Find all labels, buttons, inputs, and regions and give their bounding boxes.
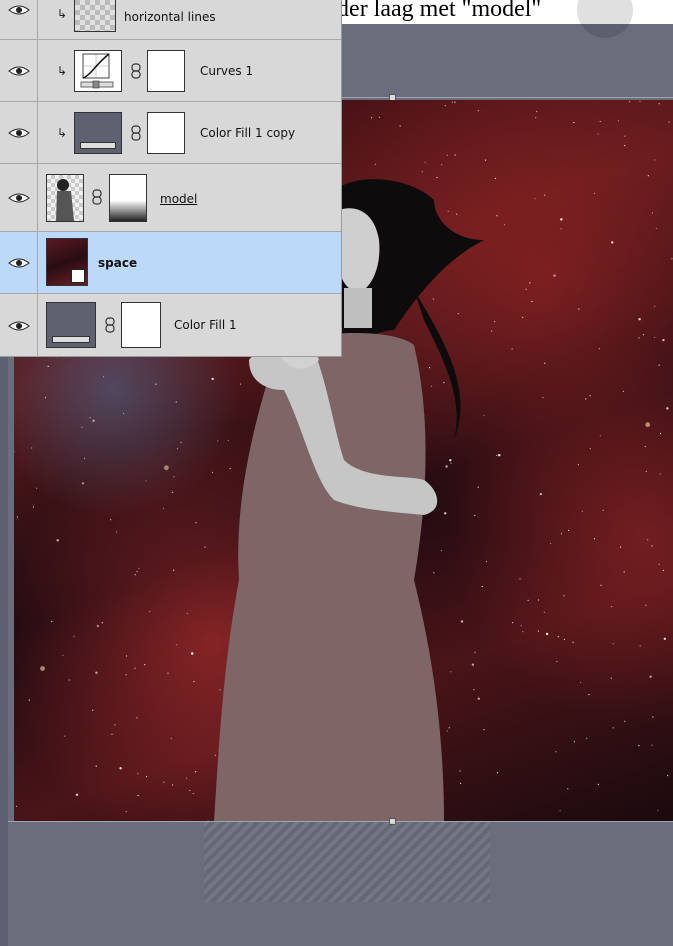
pattern-thumb bbox=[74, 0, 116, 32]
visibility-cell bbox=[0, 232, 38, 293]
layer-mask-thumb[interactable] bbox=[109, 174, 147, 222]
visibility-cell bbox=[0, 40, 38, 101]
visibility-cell bbox=[0, 164, 38, 231]
layer-mask-thumb[interactable] bbox=[121, 302, 161, 348]
eye-icon[interactable] bbox=[8, 257, 30, 269]
smart-object-badge-icon bbox=[71, 269, 85, 283]
layer-name-label: model bbox=[160, 192, 198, 206]
color-fill-thumb bbox=[74, 112, 122, 154]
layer-row-color-fill-1[interactable]: Color Fill 1 bbox=[0, 294, 341, 356]
fill-slider-icon bbox=[80, 142, 116, 149]
link-chain-icon[interactable] bbox=[131, 63, 141, 79]
link-chain-icon[interactable] bbox=[92, 189, 102, 205]
layer-name-label: Curves 1 bbox=[200, 64, 254, 78]
link-chain-icon[interactable] bbox=[105, 317, 115, 333]
link-chain-icon[interactable] bbox=[131, 125, 141, 141]
model-silhouette-icon bbox=[56, 179, 74, 221]
layer-name-label: Color Fill 1 bbox=[174, 318, 237, 332]
color-fill-thumb bbox=[46, 302, 96, 348]
space-smart-object-thumb bbox=[46, 238, 88, 286]
eye-icon[interactable] bbox=[8, 127, 30, 139]
layer-row-space[interactable]: space bbox=[0, 232, 341, 294]
visibility-cell bbox=[0, 294, 38, 356]
layer-row-color-fill-1-copy[interactable]: ↳ Color Fill 1 copy bbox=[0, 102, 341, 164]
layer-row-horizontal-lines[interactable]: ↳ horizontal lines bbox=[0, 0, 341, 40]
horizontal-lines-overlay bbox=[204, 822, 490, 902]
model-thumb bbox=[46, 174, 84, 222]
clipping-arrow-icon: ↳ bbox=[57, 7, 68, 21]
curves-adjustment-thumb bbox=[74, 50, 122, 92]
fill-slider-icon bbox=[52, 336, 90, 343]
eye-icon[interactable] bbox=[8, 4, 30, 16]
clipping-arrow-icon: ↳ bbox=[57, 125, 68, 140]
layer-row-model[interactable]: model bbox=[0, 164, 341, 232]
layer-name-label: Color Fill 1 copy bbox=[200, 126, 296, 140]
layer-row-curves-1[interactable]: ↳ Curves 1 bbox=[0, 40, 341, 102]
layer-name-label: space bbox=[98, 256, 138, 270]
layer-mask-thumb[interactable] bbox=[147, 50, 185, 92]
layer-name-label: horizontal lines bbox=[124, 10, 216, 24]
eye-icon[interactable] bbox=[8, 65, 30, 77]
layers-panel: ↳ horizontal lines ↳ Curves 1 ↳ Color Fi… bbox=[0, 0, 342, 357]
visibility-cell bbox=[0, 0, 38, 39]
visibility-cell bbox=[0, 102, 38, 163]
clipping-arrow-icon: ↳ bbox=[57, 63, 68, 78]
layer-mask-thumb[interactable] bbox=[147, 112, 185, 154]
curves-icon bbox=[80, 53, 114, 89]
eye-icon[interactable] bbox=[8, 320, 30, 332]
eye-icon[interactable] bbox=[8, 192, 30, 204]
